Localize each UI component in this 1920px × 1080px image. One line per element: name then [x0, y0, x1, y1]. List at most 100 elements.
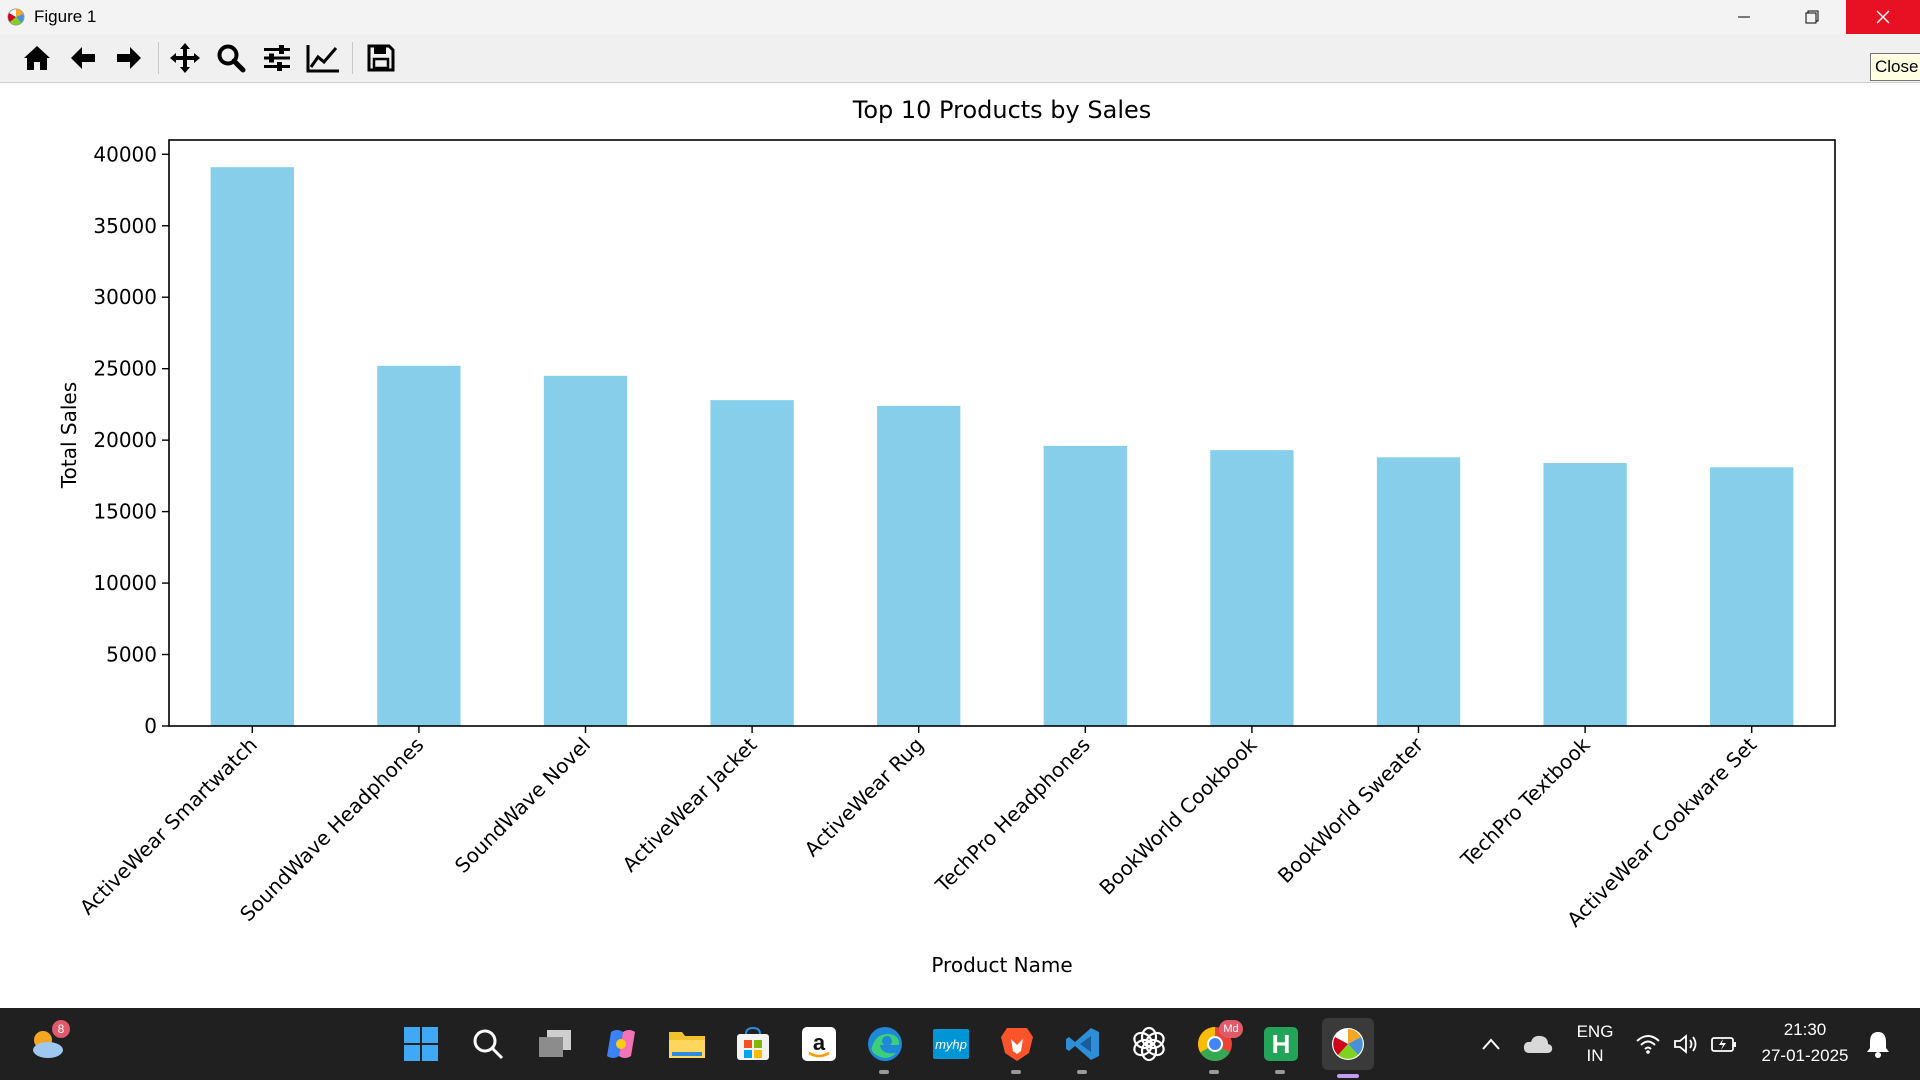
weather-badge: 8: [52, 1020, 70, 1038]
wifi-button[interactable]: [1630, 1022, 1666, 1066]
vscode-icon: [1066, 1028, 1099, 1060]
running-indicator: [879, 1070, 889, 1074]
vscode-button[interactable]: [1061, 1022, 1105, 1074]
matplotlib-figure-button[interactable]: [1322, 1018, 1374, 1078]
matplotlib-pinwheel-icon: [1332, 1028, 1364, 1060]
windows-taskbar: 8 a myhp Md H ENG IN 21:30 27-01-2025: [0, 1008, 1920, 1080]
store-bag-icon: [737, 1026, 769, 1060]
close-tooltip: Close: [1870, 53, 1920, 81]
x-tick-label: TechPro Textbook: [1455, 732, 1595, 872]
back-button[interactable]: [66, 41, 100, 75]
svg-text:H: H: [1272, 1029, 1291, 1059]
y-tick-label: 20000: [93, 428, 157, 452]
cloud-icon: [1523, 1035, 1553, 1053]
running-indicator: [1011, 1070, 1021, 1074]
edit-axis-button[interactable]: [306, 41, 340, 75]
chatgpt-knot-icon: [1133, 1026, 1165, 1062]
running-indicator: [1275, 1070, 1285, 1074]
restore-button[interactable]: [1778, 0, 1846, 34]
windows-logo-icon: [404, 1027, 438, 1061]
x-tick-label: SoundWave Headphones: [235, 733, 428, 926]
microsoft-store-button[interactable]: [731, 1022, 775, 1066]
chart-title: Top 10 Products by Sales: [852, 96, 1152, 124]
x-tick-label: BookWorld Sweater: [1273, 732, 1429, 888]
minimize-button[interactable]: [1710, 0, 1778, 34]
amazon-button[interactable]: a: [797, 1022, 841, 1066]
myhp-button[interactable]: myhp: [929, 1022, 973, 1066]
running-indicator: [1337, 1074, 1359, 1078]
volume-button[interactable]: [1668, 1022, 1704, 1066]
y-tick-label: 0: [144, 714, 157, 738]
x-tick-label: TechPro Headphones: [930, 733, 1095, 898]
matplotlib-app-icon: [7, 8, 25, 26]
x-tick-label: SoundWave Novel: [450, 733, 595, 878]
search-button[interactable]: [466, 1022, 510, 1066]
chatgpt-button[interactable]: [1127, 1022, 1171, 1066]
y-tick-label: 40000: [93, 142, 157, 166]
notifications-button[interactable]: [1858, 1022, 1898, 1066]
hotel-app-button[interactable]: H: [1259, 1022, 1303, 1074]
zoom-button[interactable]: [214, 41, 248, 75]
x-tick-label: ActiveWear Rug: [800, 733, 929, 862]
pan-button[interactable]: [168, 41, 202, 75]
bell-icon: [1867, 1032, 1889, 1058]
edge-browser-icon: [868, 1027, 902, 1061]
task-view-button[interactable]: [533, 1022, 577, 1066]
brave-button[interactable]: [995, 1022, 1039, 1074]
show-hidden-icons-button[interactable]: [1469, 1022, 1513, 1066]
copilot-button[interactable]: [599, 1022, 643, 1066]
y-tick-label: 5000: [106, 643, 157, 667]
wifi-icon: [1636, 1035, 1660, 1054]
bar-chart: Top 10 Products by Sales 0 5000 10000 15000…: [57, 96, 1836, 977]
forward-button[interactable]: [112, 41, 146, 75]
clock-time[interactable]: 21:30: [1755, 1020, 1855, 1040]
edge-button[interactable]: [863, 1022, 907, 1074]
floppy-disk-icon: [367, 44, 395, 72]
magnifier-icon: [217, 44, 246, 73]
configure-subplots-button[interactable]: [260, 41, 294, 75]
onedrive-button[interactable]: [1516, 1022, 1560, 1066]
bar-8: [1543, 463, 1627, 726]
window-titlebar: Figure 1: [0, 0, 1920, 34]
bar-7: [1376, 457, 1461, 726]
brave-lion-icon: [1001, 1028, 1033, 1061]
close-button[interactable]: [1846, 0, 1920, 34]
close-icon: [1876, 10, 1890, 24]
toolbar-separator: [352, 42, 353, 74]
restore-icon: [1805, 10, 1819, 24]
bar-6: [1210, 450, 1294, 726]
move-icon: [170, 43, 200, 73]
y-tick-label: 35000: [93, 214, 157, 238]
file-explorer-button[interactable]: [665, 1022, 709, 1066]
bar-5: [1043, 445, 1127, 726]
y-tick-label: 15000: [93, 500, 157, 524]
arrow-left-icon: [71, 47, 95, 69]
region-indicator: IN: [1586, 1046, 1604, 1065]
navigation-toolbar: [0, 34, 1920, 83]
battery-button[interactable]: [1706, 1022, 1742, 1066]
chrome-button[interactable]: Md: [1193, 1020, 1243, 1074]
h-app-icon: H: [1264, 1027, 1298, 1061]
y-axis-label: Total Sales: [57, 382, 81, 489]
window-title: Figure 1: [34, 7, 97, 26]
y-tick-label: 25000: [93, 357, 157, 381]
y-tick-label: 30000: [93, 285, 157, 309]
folder-icon: [669, 1032, 705, 1058]
start-button[interactable]: [399, 1022, 443, 1066]
line-chart-icon: [306, 45, 339, 73]
bar-4: [877, 405, 961, 726]
bar-3: [710, 400, 794, 726]
x-tick-label: BookWorld Cookbook: [1094, 732, 1261, 899]
x-tick-label: ActiveWear Smartwatch: [75, 733, 262, 920]
y-tick-label: 10000: [93, 571, 157, 595]
running-indicator: [1077, 1070, 1087, 1074]
svg-text:myhp: myhp: [935, 1037, 967, 1052]
home-button[interactable]: [20, 41, 54, 75]
home-icon: [24, 46, 50, 70]
save-button[interactable]: [364, 41, 398, 75]
bar-0: [210, 167, 294, 726]
clock-date: 27-01-2025: [1761, 1046, 1849, 1065]
myhp-icon: myhp: [933, 1029, 969, 1059]
weather-widget[interactable]: 8: [26, 1020, 70, 1066]
language-indicator[interactable]: ENG: [1575, 1022, 1615, 1042]
